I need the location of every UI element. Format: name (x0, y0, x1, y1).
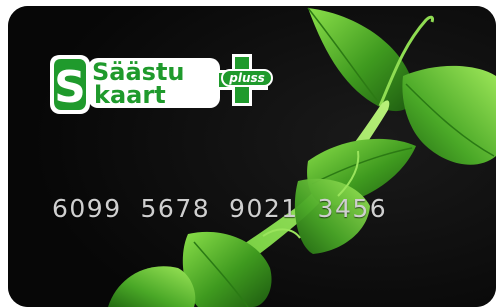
logo-line2-text: kaart (94, 81, 166, 109)
card-number: 6099 5678 9021 3456 (52, 194, 388, 223)
logo-badge-text: pluss (228, 71, 265, 85)
saastukaart-pluss-logo: S Säästu kaart pluss (50, 54, 273, 114)
loyalty-card: S Säästu kaart pluss 6099 5678 9021 3456 (8, 6, 496, 307)
svg-text:S: S (54, 62, 86, 113)
